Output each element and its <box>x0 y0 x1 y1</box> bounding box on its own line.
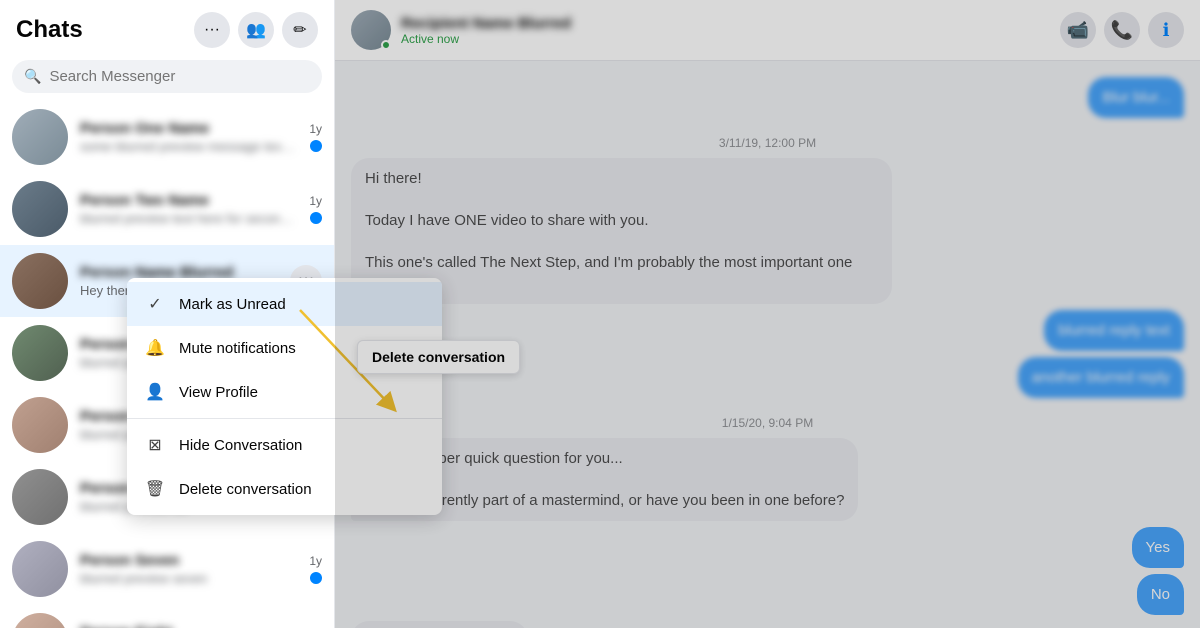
menu-item-view-profile[interactable]: 👤 View Profile <box>127 370 442 414</box>
chat-preview: some blurred preview message text here <box>80 139 297 154</box>
unread-indicator <box>310 140 322 152</box>
unread-indicator <box>310 572 322 584</box>
menu-label-hide: Hide Conversation <box>179 437 302 454</box>
menu-item-mark-unread[interactable]: ✓ Mark as Unread <box>127 282 442 326</box>
sidebar-header: Chats ··· 👥 ✏ <box>0 0 334 56</box>
chat-info: Person One Name some blurred preview mes… <box>80 120 297 154</box>
tooltip-delete-conversation: Delete conversation <box>357 340 520 374</box>
active-status: Active now <box>401 32 571 46</box>
trash-icon: 🗑 <box>143 477 167 501</box>
chat-header-right: 📹 📞 ℹ <box>1060 12 1184 48</box>
chat-name: Person Two Name <box>80 192 297 209</box>
message-row: I have a super quick question for you...… <box>351 438 1184 521</box>
chat-meta: 1y <box>309 554 322 584</box>
message-bubble: What's a mastermind? <box>351 621 528 628</box>
menu-divider <box>127 418 442 419</box>
chat-name: Person Eight <box>80 624 297 628</box>
person-icon: 👤 <box>143 380 167 404</box>
avatar <box>12 253 68 309</box>
chat-time: 1y <box>309 122 322 136</box>
check-icon: ✓ <box>143 292 167 316</box>
more-options-button[interactable]: ··· <box>194 12 230 48</box>
chat-time: 1y <box>309 554 322 568</box>
avatar <box>12 541 68 597</box>
chat-item[interactable]: Person Eight blurred preview eight 1y <box>0 605 334 628</box>
message-bubble: another blurred reply <box>1018 357 1184 398</box>
info-button[interactable]: ℹ <box>1148 12 1184 48</box>
chat-preview: blurred preview text here for second per… <box>80 211 297 226</box>
message-row: No <box>351 574 1184 615</box>
message-row: What's a mastermind? <box>351 621 1184 628</box>
info-icon: ℹ <box>1163 20 1170 41</box>
search-container: 🔍 <box>0 56 334 101</box>
chat-info: Person Two Name blurred preview text her… <box>80 192 297 226</box>
chat-item[interactable]: Person One Name some blurred preview mes… <box>0 101 334 173</box>
phone-icon: 📞 <box>1111 20 1133 41</box>
search-input[interactable] <box>49 68 310 85</box>
avatar <box>12 613 68 628</box>
menu-item-hide[interactable]: ⊠ Hide Conversation <box>127 423 442 467</box>
sidebar: Chats ··· 👥 ✏ 🔍 Person One Name some blu… <box>0 0 335 628</box>
online-status-dot <box>381 40 391 50</box>
menu-label-mark-unread: Mark as Unread <box>179 296 286 313</box>
chat-header: Recipient Name Blurred Active now 📹 📞 ℹ <box>335 0 1200 61</box>
context-menu: ✓ Mark as Unread 🔔 Mute notifications 👤 … <box>127 278 442 515</box>
video-call-button[interactable]: 📹 <box>1060 12 1096 48</box>
chat-time: 1y <box>309 194 322 208</box>
search-icon: 🔍 <box>24 68 41 85</box>
sidebar-title: Chats <box>16 16 83 44</box>
menu-item-delete[interactable]: 🗑 Delete conversation <box>127 467 442 511</box>
menu-label-delete: Delete conversation <box>179 481 312 498</box>
avatar <box>12 325 68 381</box>
chat-preview: blurred preview seven <box>80 571 297 586</box>
menu-label-view-profile: View Profile <box>179 384 258 401</box>
chat-info: Person Seven blurred preview seven <box>80 552 297 586</box>
dots-icon: ··· <box>204 21 220 39</box>
main-chat-area: Recipient Name Blurred Active now 📹 📞 ℹ … <box>335 0 1200 628</box>
chat-header-left: Recipient Name Blurred Active now <box>351 10 571 50</box>
message-bubble: Blur blur... <box>1088 77 1184 118</box>
compose-icon: ✏ <box>293 20 306 40</box>
video-icon: 📹 <box>1067 20 1089 41</box>
header-icons: ··· 👥 ✏ <box>194 12 318 48</box>
hide-icon: ⊠ <box>143 433 167 457</box>
chat-info: Person Eight blurred preview eight <box>80 624 297 628</box>
unread-indicator <box>310 212 322 224</box>
chat-item[interactable]: Person Two Name blurred preview text her… <box>0 173 334 245</box>
voice-call-button[interactable]: 📞 <box>1104 12 1140 48</box>
message-bubble: No <box>1137 574 1184 615</box>
people-icon: 👥 <box>246 20 266 40</box>
search-box: 🔍 <box>12 60 322 93</box>
avatar <box>12 181 68 237</box>
message-bubble: Yes <box>1132 527 1184 568</box>
bell-icon: 🔔 <box>143 336 167 360</box>
chat-name: Person One Name <box>80 120 297 137</box>
date-separator: 1/15/20, 9:04 PM <box>351 416 1184 430</box>
message-row: Yes <box>351 527 1184 568</box>
compose-button[interactable]: ✏ <box>282 12 318 48</box>
chat-item[interactable]: Person Seven blurred preview seven 1y <box>0 533 334 605</box>
menu-label-mute: Mute notifications <box>179 340 296 357</box>
new-group-button[interactable]: 👥 <box>238 12 274 48</box>
chat-meta: 1y <box>309 122 322 152</box>
message-row: Blur blur... <box>351 77 1184 118</box>
date-separator: 3/11/19, 12:00 PM <box>351 136 1184 150</box>
tooltip-text: Delete conversation <box>372 349 505 365</box>
chat-header-name: Recipient Name Blurred <box>401 15 571 32</box>
chat-name: Person Seven <box>80 552 297 569</box>
avatar <box>12 109 68 165</box>
avatar <box>12 469 68 525</box>
avatar <box>12 397 68 453</box>
message-bubble: blurred reply text <box>1044 310 1184 351</box>
message-row: Hi there! Today I have ONE video to shar… <box>351 158 1184 304</box>
chat-meta: 1y <box>309 194 322 224</box>
